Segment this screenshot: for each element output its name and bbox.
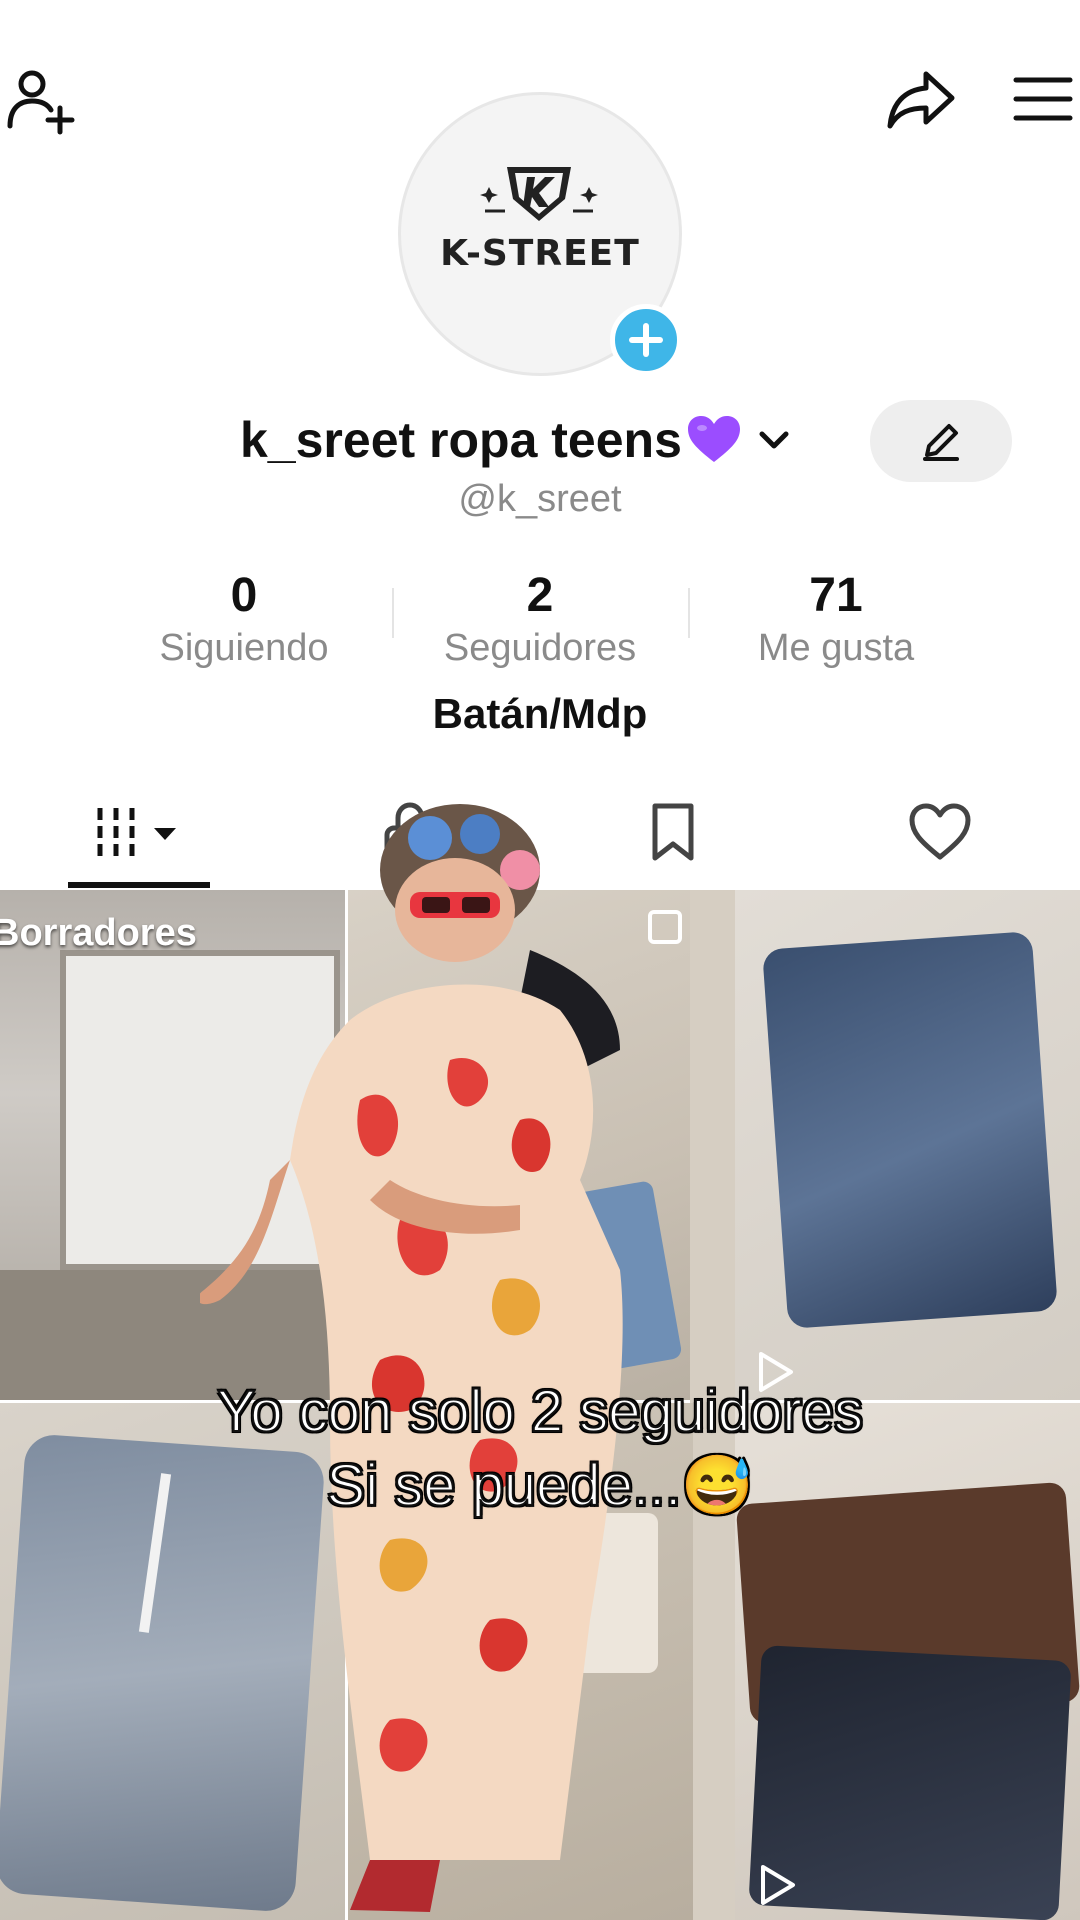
hamburger-menu-icon — [1013, 77, 1073, 121]
plus-icon — [629, 323, 663, 357]
share-button[interactable] — [880, 60, 964, 140]
bio-text: Batán/Mdp — [432, 690, 648, 737]
k-shield-logo-icon — [480, 167, 598, 221]
likes-stat[interactable]: 71 Me gusta — [706, 568, 966, 672]
edit-profile-button[interactable] — [870, 400, 1012, 482]
username: @k_sreet — [458, 478, 622, 520]
display-name: k_sreet ropa teens — [240, 412, 682, 468]
display-name-row[interactable]: k_sreet ropa teens — [240, 405, 796, 475]
likes-label: Me gusta — [757, 627, 915, 669]
purple-heart-icon — [687, 416, 740, 462]
drafts-label: Borradores — [0, 912, 197, 955]
video-thumbnail[interactable] — [735, 890, 1080, 1400]
tab-liked[interactable] — [890, 790, 990, 874]
play-icon — [761, 1865, 795, 1905]
caption-line-1: Yo con solo 2 seguidores — [216, 1378, 864, 1445]
following-label: Siguiendo — [159, 627, 329, 669]
profile-page: K-STREET k_sreet ropa teens @k_sreet 0 S… — [0, 0, 1080, 1920]
followers-label: Seguidores — [443, 627, 637, 669]
tab-videos[interactable] — [70, 790, 210, 874]
likes-count: 71 — [809, 569, 863, 622]
dancing-person-overlay — [200, 804, 623, 1912]
following-stat[interactable]: 0 Siguiendo — [114, 568, 374, 672]
chevron-down-icon — [759, 431, 789, 449]
avatar-logo-text: K-STREET — [440, 233, 640, 274]
heart-outline-icon — [909, 803, 971, 860]
followers-stat[interactable]: 2 Seguidores — [410, 568, 670, 672]
menu-button[interactable] — [1008, 64, 1078, 134]
drafts-label-text: Borradores — [0, 912, 197, 954]
add-avatar-button[interactable] — [610, 304, 682, 376]
pencil-icon — [923, 424, 959, 461]
stat-divider — [688, 588, 690, 638]
following-count: 0 — [230, 569, 258, 622]
add-person-icon — [7, 70, 75, 135]
add-friend-button[interactable] — [0, 60, 80, 140]
share-arrow-icon — [887, 71, 955, 129]
active-tab-indicator — [68, 882, 210, 888]
caption-line-2: Si se puede...😅 — [326, 1452, 755, 1519]
followers-count: 2 — [526, 569, 554, 622]
stat-divider — [392, 588, 394, 638]
grid-icon — [97, 808, 176, 856]
jeans-image — [762, 931, 1058, 1329]
